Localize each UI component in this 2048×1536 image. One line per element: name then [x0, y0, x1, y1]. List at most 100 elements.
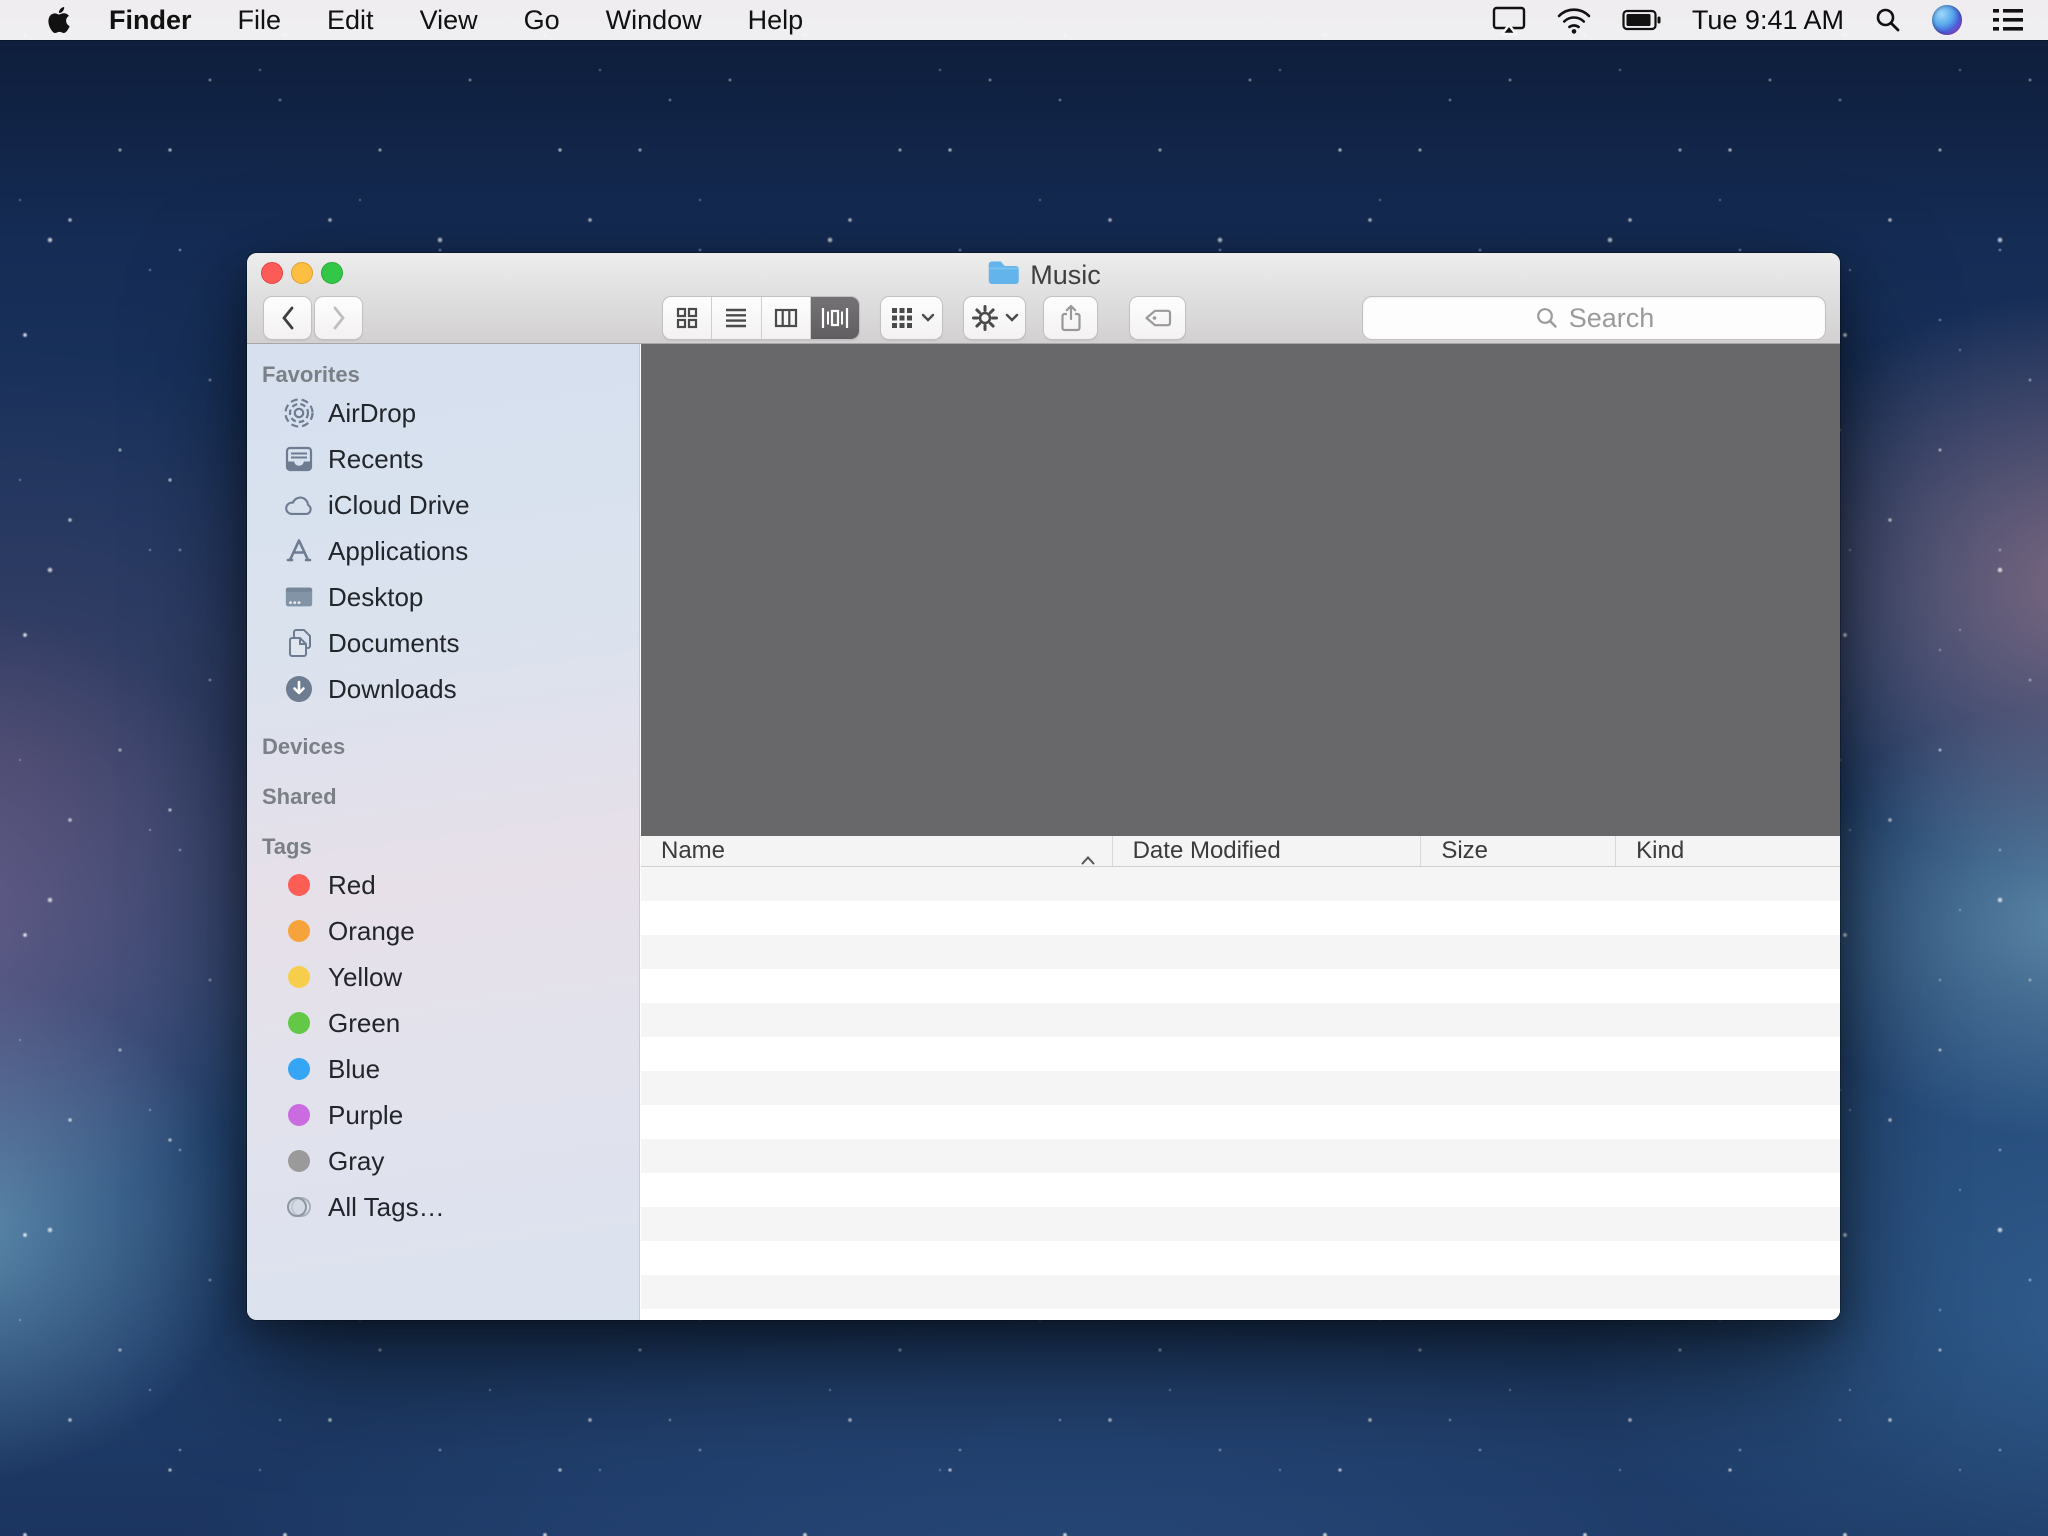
view-coverflow-button[interactable] — [810, 297, 859, 339]
airdrop-icon — [283, 397, 315, 429]
back-button[interactable] — [263, 296, 312, 340]
file-list-empty — [641, 867, 1840, 1320]
sidebar: Favorites AirDrop Recents iCloud Drive Appli… — [247, 344, 640, 1320]
column-header-name[interactable]: Name — [641, 836, 1112, 866]
menu-item-finder[interactable]: Finder — [86, 0, 215, 40]
sidebar-item-desktop[interactable]: Desktop — [247, 574, 639, 620]
column-header-date-modified[interactable]: Date Modified — [1112, 836, 1421, 866]
coverflow-pane — [641, 344, 1840, 836]
view-list-button[interactable] — [711, 297, 760, 339]
wifi-icon[interactable] — [1556, 6, 1592, 34]
zoom-button[interactable] — [321, 262, 343, 284]
battery-icon[interactable] — [1622, 8, 1662, 32]
sidebar-item-label: Green — [328, 1008, 400, 1039]
sidebar-item-label: Recents — [328, 444, 423, 475]
siri-icon[interactable] — [1932, 5, 1962, 35]
icloud-icon — [283, 489, 315, 521]
spotlight-icon[interactable] — [1874, 6, 1902, 34]
search-icon — [1534, 305, 1560, 331]
chevron-down-icon — [1005, 313, 1019, 323]
sidebar-section-devices: Devices — [262, 732, 639, 762]
close-button[interactable] — [261, 262, 283, 284]
tag-color-dot — [283, 961, 315, 993]
sidebar-section-shared: Shared — [262, 782, 639, 812]
chevron-down-icon — [921, 313, 935, 323]
sidebar-item-label: Yellow — [328, 962, 402, 993]
sidebar-item-label: Desktop — [328, 582, 423, 613]
window-title: Music — [986, 259, 1101, 291]
sidebar-item-label: Orange — [328, 916, 415, 947]
share-button[interactable] — [1043, 296, 1098, 340]
view-icon-button[interactable] — [663, 297, 711, 339]
menu-bar-clock[interactable]: Tue 9:41 AM — [1692, 5, 1844, 36]
sidebar-item-applications[interactable]: Applications — [247, 528, 639, 574]
sidebar-item-label: Purple — [328, 1100, 403, 1131]
toolbar: Search — [247, 296, 1840, 340]
sidebar-item-all-tags[interactable]: All Tags… — [247, 1184, 639, 1230]
menu-bar: Finder FileEditViewGoWindowHelp — [0, 0, 2048, 40]
airplay-icon[interactable] — [1492, 4, 1526, 36]
action-button[interactable] — [963, 296, 1026, 340]
column-header-label: Kind — [1636, 837, 1684, 865]
group-button[interactable] — [880, 296, 943, 340]
applications-icon — [283, 535, 315, 567]
view-switcher — [662, 296, 860, 340]
downloads-icon — [283, 673, 315, 705]
sidebar-item-airdrop[interactable]: AirDrop — [247, 390, 639, 436]
menu-item-help[interactable]: Help — [725, 5, 827, 35]
sidebar-item-label: iCloud Drive — [328, 490, 470, 521]
sidebar-item-blue[interactable]: Blue — [247, 1046, 639, 1092]
sidebar-item-label: Applications — [328, 536, 468, 567]
sidebar-item-gray[interactable]: Gray — [247, 1138, 639, 1184]
tag-color-dot — [283, 1099, 315, 1131]
sidebar-item-label: Red — [328, 870, 376, 901]
notification-center-icon[interactable] — [1992, 7, 2024, 33]
menu-bar-left: Finder FileEditViewGoWindowHelp — [0, 0, 826, 40]
column-header-size[interactable]: Size — [1420, 836, 1615, 866]
menu-item-view[interactable]: View — [397, 5, 501, 35]
folder-icon — [986, 258, 1020, 293]
menu-items: FileEditViewGoWindowHelp — [215, 0, 827, 40]
tag-icon — [1142, 306, 1174, 330]
recents-icon — [283, 443, 315, 475]
desktop: Finder FileEditViewGoWindowHelp — [0, 0, 2048, 1536]
sidebar-item-icloud-drive[interactable]: iCloud Drive — [247, 482, 639, 528]
forward-button[interactable] — [314, 296, 363, 340]
sidebar-item-label: Blue — [328, 1054, 380, 1085]
menu-item-go[interactable]: Go — [501, 5, 583, 35]
minimize-button[interactable] — [291, 262, 313, 284]
apple-menu-icon[interactable] — [46, 5, 72, 35]
tag-color-dot — [283, 1053, 315, 1085]
menu-item-file[interactable]: File — [215, 5, 305, 35]
window-titlebar: Music — [247, 253, 1840, 344]
view-column-button[interactable] — [761, 297, 810, 339]
menu-item-edit[interactable]: Edit — [304, 5, 397, 35]
sidebar-item-label: Documents — [328, 628, 460, 659]
sidebar-item-yellow[interactable]: Yellow — [247, 954, 639, 1000]
sidebar-item-purple[interactable]: Purple — [247, 1092, 639, 1138]
sidebar-item-downloads[interactable]: Downloads — [247, 666, 639, 712]
window-title-text: Music — [1030, 260, 1101, 291]
menu-bar-status: Tue 9:41 AM — [1492, 4, 2048, 36]
sidebar-item-label: All Tags… — [328, 1192, 445, 1223]
share-icon — [1058, 303, 1084, 333]
search-input[interactable]: Search — [1362, 296, 1826, 340]
traffic-lights — [261, 262, 343, 284]
sidebar-item-label: Gray — [328, 1146, 384, 1177]
sidebar-item-label: AirDrop — [328, 398, 416, 429]
tag-color-dot — [283, 1007, 315, 1039]
sidebar-item-documents[interactable]: Documents — [247, 620, 639, 666]
sidebar-section-tags: Tags — [262, 832, 639, 862]
sidebar-item-green[interactable]: Green — [247, 1000, 639, 1046]
all-tags-icon — [283, 1191, 315, 1223]
sidebar-section-favorites: Favorites — [262, 360, 639, 390]
column-header-kind[interactable]: Kind — [1615, 836, 1840, 866]
sidebar-item-red[interactable]: Red — [247, 862, 639, 908]
finder-window: Music — [247, 253, 1840, 1320]
sidebar-item-recents[interactable]: Recents — [247, 436, 639, 482]
menu-item-window[interactable]: Window — [583, 5, 725, 35]
column-header-label: Name — [661, 837, 725, 865]
tag-color-dot — [283, 1145, 315, 1177]
tag-button[interactable] — [1129, 296, 1186, 340]
sidebar-item-orange[interactable]: Orange — [247, 908, 639, 954]
